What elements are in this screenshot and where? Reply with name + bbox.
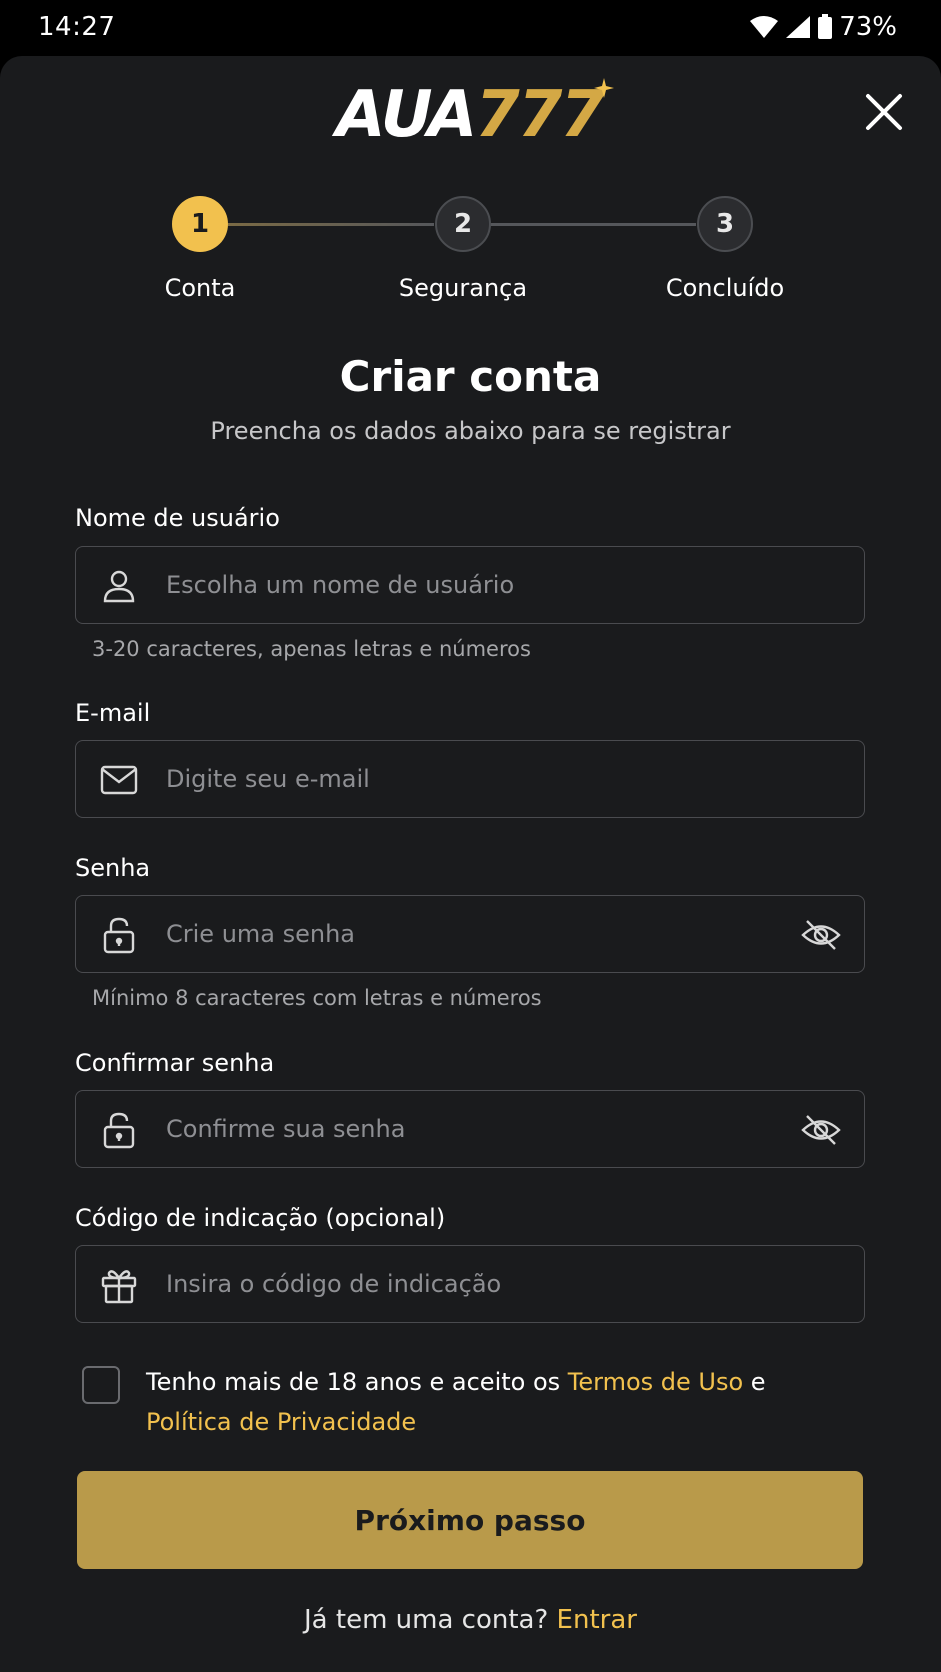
status-time: 14:27 xyxy=(38,12,116,42)
referral-label: Código de indicação (opcional) xyxy=(75,1204,446,1232)
username-input[interactable] xyxy=(164,547,764,623)
confirm-password-field xyxy=(75,1090,865,1168)
step-1-circle: 1 xyxy=(172,196,228,252)
wifi-icon xyxy=(749,15,779,39)
password-hint: Mínimo 8 caracteres com letras e números xyxy=(92,986,542,1010)
step-3-circle: 3 xyxy=(697,196,753,252)
stepper-connector-2 xyxy=(490,223,696,226)
step-2-label: Segurança xyxy=(398,274,528,302)
email-label: E-mail xyxy=(75,699,151,727)
gift-icon xyxy=(100,1266,138,1304)
close-icon xyxy=(864,92,904,136)
password-input[interactable] xyxy=(164,896,764,972)
toggle-confirm-password-visibility-button[interactable] xyxy=(800,1110,842,1150)
password-label: Senha xyxy=(75,854,151,882)
username-hint: 3-20 caracteres, apenas letras e números xyxy=(92,637,531,661)
terms-connector: e xyxy=(743,1368,766,1396)
page-subtitle: Preencha os dados abaixo para se registr… xyxy=(210,417,731,445)
logo-text-777: 777 xyxy=(475,78,605,152)
signal-icon xyxy=(785,15,811,39)
login-prompt: Já tem uma conta? Entrar xyxy=(0,1605,941,1635)
status-icons: 73% xyxy=(749,12,897,42)
toggle-password-visibility-button[interactable] xyxy=(800,915,842,955)
sparkle-icon xyxy=(594,78,614,102)
login-link[interactable]: Entrar xyxy=(557,1605,637,1635)
stepper-connector-1 xyxy=(228,223,434,226)
confirm-password-input[interactable] xyxy=(164,1091,764,1167)
battery-icon xyxy=(817,14,833,40)
login-question: Já tem uma conta? xyxy=(304,1605,557,1635)
referral-input[interactable] xyxy=(164,1246,764,1322)
step-2-circle: 2 xyxy=(435,196,491,252)
mail-icon xyxy=(100,761,138,799)
lock-icon xyxy=(100,1111,138,1149)
confirm-password-label: Confirmar senha xyxy=(75,1049,275,1077)
status-bar: 14:27 73% xyxy=(0,0,941,56)
next-step-button[interactable]: Próximo passo xyxy=(77,1471,863,1569)
eye-off-icon xyxy=(801,920,841,950)
username-field xyxy=(75,546,865,624)
referral-field xyxy=(75,1245,865,1323)
privacy-policy-link[interactable]: Política de Privacidade xyxy=(146,1408,416,1436)
step-3-label: Concluído xyxy=(665,274,785,302)
page-title: Criar conta xyxy=(339,352,602,401)
lock-icon xyxy=(100,916,138,954)
email-field xyxy=(75,740,865,818)
brand-logo: AUA777 xyxy=(336,78,616,152)
step-1-label: Conta xyxy=(164,274,236,302)
email-input[interactable] xyxy=(164,741,764,817)
terms-text: Tenho mais de 18 anos e aceito os Termos… xyxy=(146,1362,866,1442)
terms-of-use-link[interactable]: Termos de Uso xyxy=(568,1368,743,1396)
terms-prefix: Tenho mais de 18 anos e aceito os xyxy=(146,1368,568,1396)
close-button[interactable] xyxy=(860,90,908,138)
password-field xyxy=(75,895,865,973)
battery-percent: 73% xyxy=(839,12,897,42)
logo-text-aua: AUA xyxy=(336,78,477,152)
user-icon xyxy=(100,567,138,605)
terms-checkbox[interactable] xyxy=(82,1366,120,1404)
eye-off-icon xyxy=(801,1115,841,1145)
username-label: Nome de usuário xyxy=(75,504,280,532)
